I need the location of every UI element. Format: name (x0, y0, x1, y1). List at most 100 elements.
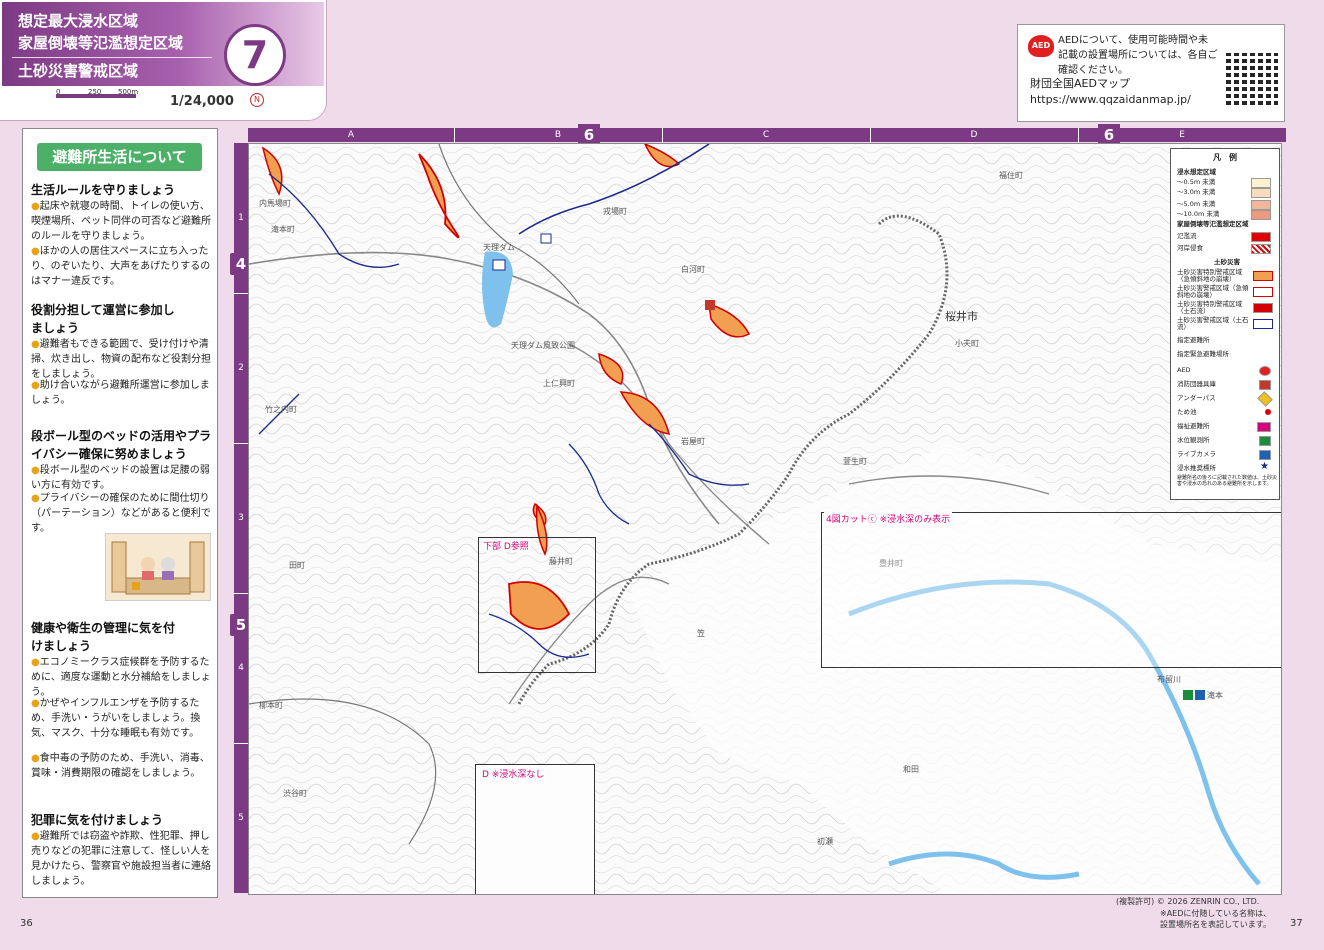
legend-item: 指定緊急避難場所 (1177, 350, 1229, 358)
section-heading-roles: 役割分担して運営に参加しましょう (31, 303, 175, 335)
map-number: 7 (224, 24, 286, 86)
section-bullet: ●かぜやインフルエンザを予防するため、手洗い・うがいをしましょう。換気、マスク、… (31, 698, 201, 739)
inset-d[interactable]: D ※浸水深なし (475, 764, 595, 894)
legend-item: ～5.0m 未満 (1177, 199, 1277, 210)
fire-brigade-icon[interactable] (705, 300, 715, 310)
inset-d-reference-frame[interactable]: 下部 D参照 (478, 537, 596, 673)
ruler-tick (234, 593, 248, 594)
aed-map-name: 財団全国AEDマップ (1030, 77, 1130, 90)
section-bullet: ●ほかの人の居住スペースに立ち入ったり、のぞいたり、大声をあげたりするのはマナー… (31, 246, 211, 287)
section-bullet: ●起床や就寝の時間、トイレの使い方、喫煙場所、ペット同伴の可否など避難所のルール… (31, 201, 211, 242)
legend-house-title: 家屋倒壊等氾濫想定区域 (1177, 220, 1249, 228)
row-label-4: 4 (238, 663, 244, 673)
legend-item: ～3.0m 未満 (1177, 187, 1277, 198)
section-heading-health: 健康や衛生の管理に気を付けましょう (31, 621, 176, 653)
place-name: 萱生町 (843, 457, 867, 466)
place-name: 初瀬 (817, 837, 833, 846)
place-name: 渋谷町 (283, 789, 307, 798)
page-number-right: 37 (1290, 918, 1303, 929)
inset-d1-label: 下部 D参照 (481, 539, 531, 552)
aed-info-box: AED AEDについて、使用可能時間や未記載の設置場所については、各自ご確認くだ… (1017, 24, 1285, 122)
place-name: 布留川 (1157, 675, 1181, 684)
legend-item: ため池 (1177, 407, 1277, 417)
place-name: 笠 (697, 629, 705, 638)
shelter-icon[interactable] (492, 259, 506, 271)
legend-item: 浸水推奨標所 ★ (1177, 461, 1269, 473)
aed-footnote: ※AEDに付随している名称は、 設置場所名を表記しています。 (1160, 908, 1271, 930)
title-flood-area: 想定最大浸水区域 (18, 12, 139, 30)
live-camera-icon[interactable] (1195, 690, 1205, 700)
place-name: 竹之内町 (265, 405, 297, 414)
legend-item: ～10.0m 未満 (1177, 209, 1277, 220)
legend-swatch (1253, 271, 1273, 281)
scale-bar (56, 94, 136, 98)
row-label-5: 5 (238, 813, 244, 823)
place-name: 小夫町 (955, 339, 979, 348)
legend-swatch (1253, 319, 1273, 329)
legend-item: 土砂災害特別警戒区域（急傾斜地の崩壊） (1177, 268, 1242, 283)
place-name: 天理ダム風致公園 (511, 341, 575, 350)
city-name-label: 桜井市 (945, 310, 978, 323)
place-name: 岩屋町 (681, 437, 705, 446)
place-name: 滝本 (1207, 691, 1223, 700)
section-heading-bed-privacy: 段ボール型のベッドの活用やプライバシー確保に努めましょう (31, 429, 212, 461)
place-name: 福住町 (999, 171, 1023, 180)
legend-swatch (1253, 287, 1273, 297)
legend-item: ～0.5m 未満 (1177, 177, 1277, 188)
hazard-map[interactable]: 内馬場町 滝本町 戎場町 白河町 小夫町 竹之内町 上仁興町 岩屋町 藤井町 田… (248, 143, 1282, 895)
legend-note: 避難所名の後ろに記載された数値は、土砂災害や浸水の恐れのある避難所を示します。 (1177, 475, 1278, 487)
section-bullet: ●プライバシーの確保のために間仕切り（パーテーション）などがあると便利です。 (31, 493, 211, 534)
water-gauge-icon (1259, 436, 1271, 446)
legend-item: 氾濫流 (1177, 231, 1277, 242)
place-name: 柳本町 (259, 701, 283, 710)
legend-item: ライブカメラ (1177, 449, 1277, 460)
shelter-icon[interactable] (540, 233, 552, 244)
column-label-c: C (762, 130, 770, 140)
legend-item: 河岸侵食 (1177, 243, 1277, 254)
aed-notice: AEDについて、使用可能時間や未記載の設置場所については、各自ご確認ください。 (1058, 35, 1218, 76)
title-house-collapse-area: 家屋倒壊等氾濫想定区域 (18, 34, 184, 52)
footnote-line: ※AEDに付随している名称は、 (1160, 909, 1272, 918)
map-legend: 凡 例 浸水想定区域 ～0.5m 未満 ～3.0m 未満 ～5.0m 未満 ～1… (1170, 148, 1280, 500)
legend-sediment-title: 土砂災害 (1214, 258, 1240, 266)
place-name: 田町 (289, 561, 305, 570)
fire-brigade-icon (1259, 380, 1271, 390)
section-bullet: ●食中毒の予防のため、手洗い、消毒、賞味・消費期限の確認をしましょう。 (31, 753, 210, 779)
place-name: 戎場町 (603, 207, 627, 216)
shelter-life-panel: 避難所生活について 生活ルールを守りましょう ●起床や就寝の時間、トイレの使い方… (22, 128, 218, 898)
legend-item: 消防団器具庫 (1177, 379, 1277, 390)
inset-cut-c[interactable]: 4図カットⓒ ※浸水深のみ表示 (821, 512, 1281, 668)
row-label-1: 1 (238, 213, 244, 223)
aed-heart-icon: AED (1028, 35, 1054, 57)
welfare-shelter-icon (1257, 422, 1271, 432)
section-heading-rules: 生活ルールを守りましょう (31, 183, 176, 197)
partition-drawing (111, 541, 205, 595)
scale-ratio: 1/24,000 (170, 94, 234, 109)
pond-icon (1265, 409, 1271, 415)
legend-swatch (1251, 188, 1271, 198)
legend-item: アンダーパス (1177, 391, 1277, 407)
live-camera-icon (1259, 450, 1271, 460)
place-name: 和田 (903, 765, 919, 774)
section-bullet: ●段ボール型のベッドの設置は足腰の弱い方に有効です。 (31, 465, 210, 491)
ruler-tick (234, 293, 248, 294)
column-label-b: B (554, 130, 562, 140)
legend-swatch (1253, 303, 1273, 313)
row-label-3: 3 (238, 513, 244, 523)
aed-url-link[interactable]: https://www.qqzaidanmap.jp/ (1030, 93, 1191, 106)
water-gauge-icon[interactable] (1183, 690, 1193, 700)
map-header: 想定最大浸水区域 家屋倒壊等氾濫想定区域 土砂災害警戒区域 7 0 250 50… (0, 0, 326, 120)
legend-item: 福祉避難所 (1177, 421, 1277, 432)
north-arrow-icon: N (250, 93, 264, 107)
place-name: 天理ダム (483, 243, 515, 252)
inset-d2-label: D ※浸水深なし (480, 767, 547, 780)
ruler-tick (234, 443, 248, 444)
aed-icon (1259, 366, 1271, 376)
section-bullet: ●助け合いながら避難所運営に参加しましょう。 (31, 380, 210, 406)
header-divider (12, 57, 212, 58)
copyright: (複製許可) © 2026 ZENRIN CO., LTD. (1116, 897, 1260, 906)
legend-item: 水位観測所 (1177, 435, 1277, 446)
column-label-d: D (970, 130, 978, 140)
legend-item: 土砂災害警戒区域（土石流） (1177, 316, 1249, 331)
qr-code-icon[interactable] (1226, 53, 1278, 105)
